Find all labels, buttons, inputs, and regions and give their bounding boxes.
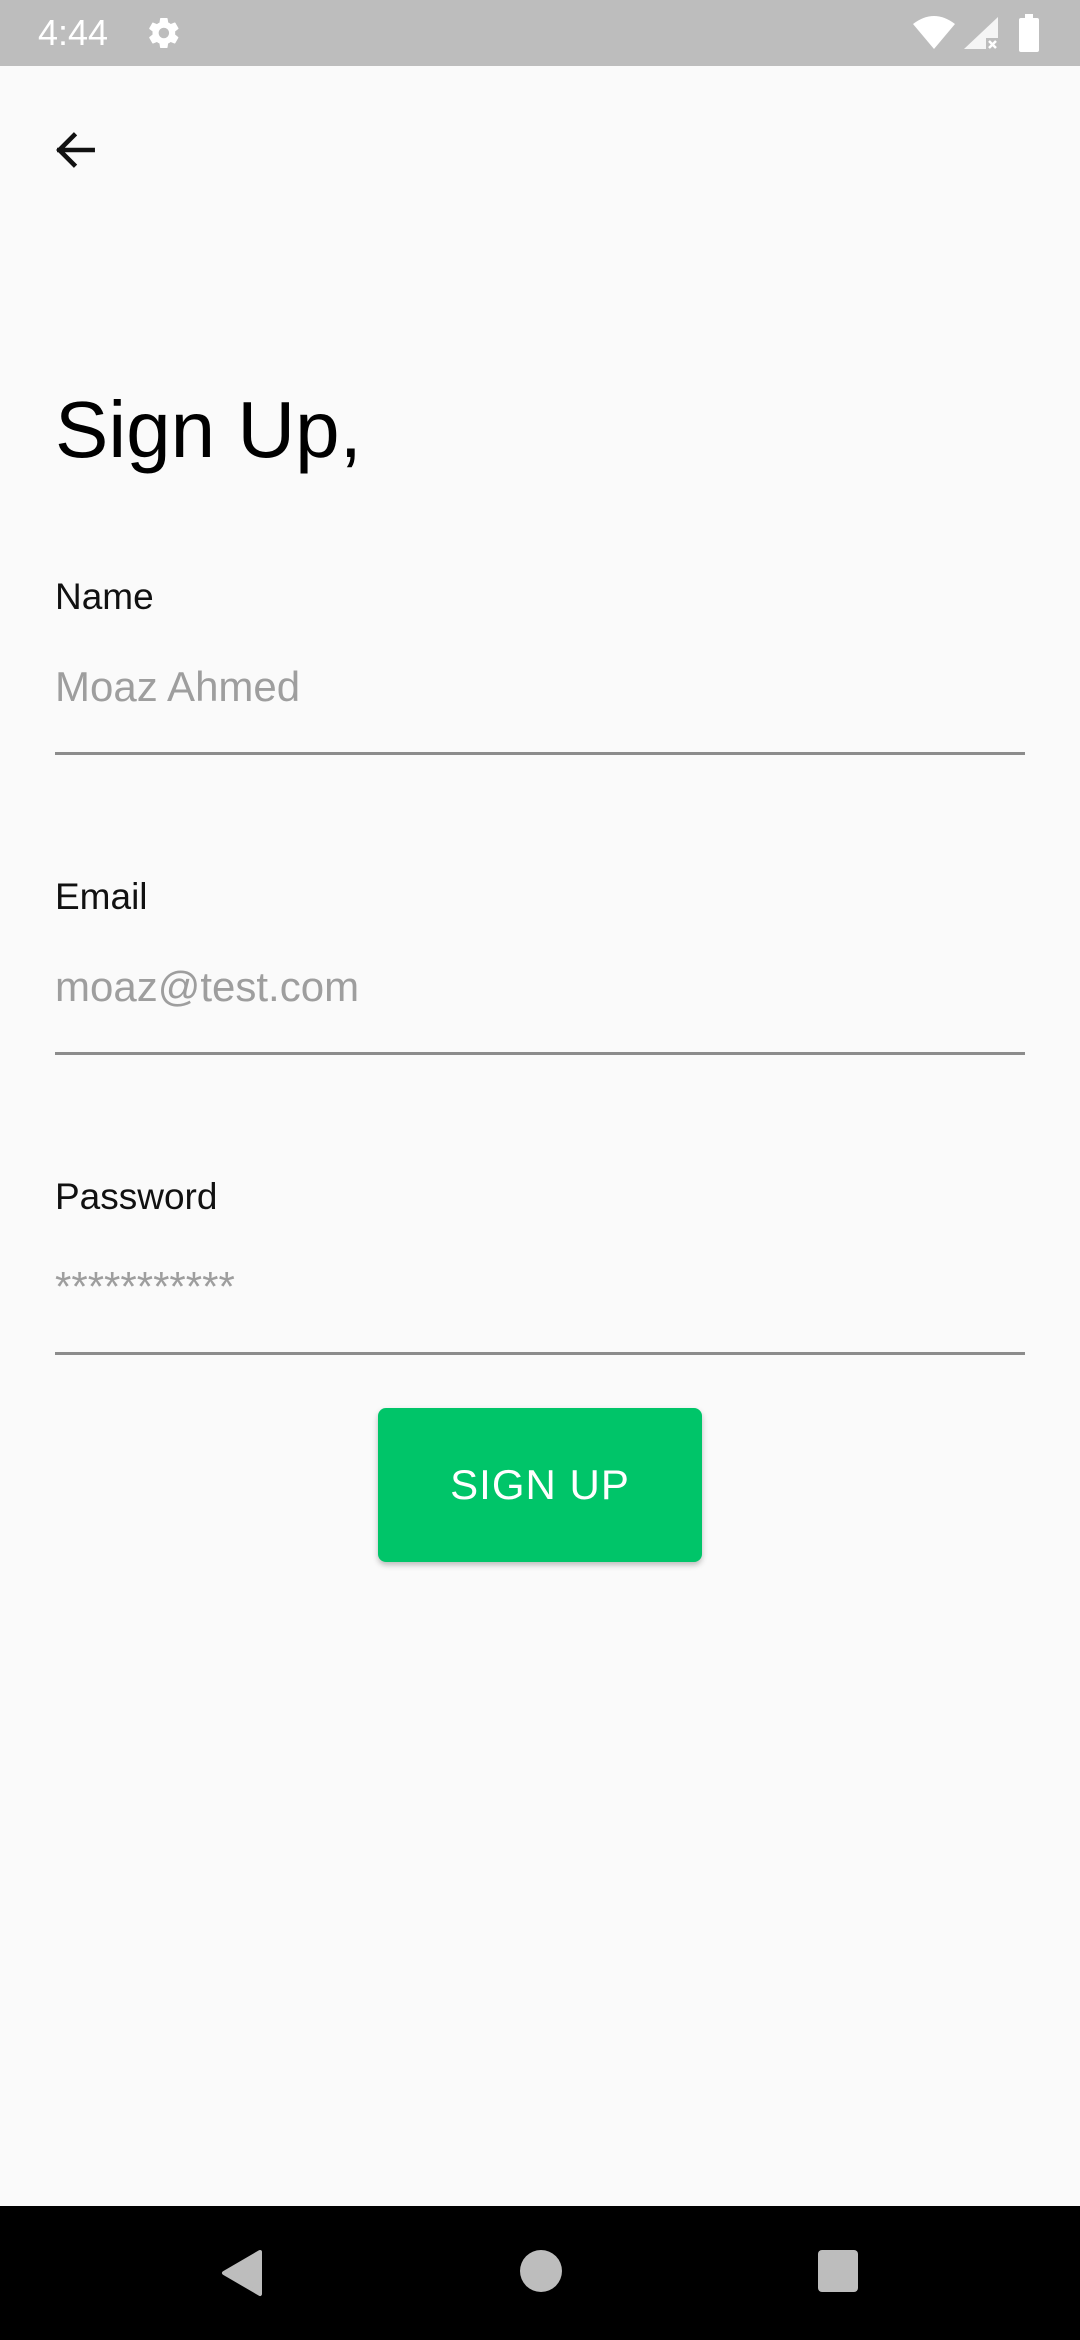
- system-nav-bar: [0, 2206, 1080, 2340]
- wifi-icon: [913, 16, 955, 49]
- name-underline: [55, 752, 1025, 755]
- gear-icon: [149, 17, 179, 49]
- sign-up-button-label: SIGN UP: [450, 1461, 630, 1508]
- password-underline: [55, 1352, 1025, 1355]
- password-field[interactable]: ***********: [55, 1262, 1025, 1312]
- sign-up-button[interactable]: SIGN UP: [378, 1408, 702, 1562]
- name-label: Name: [55, 576, 154, 617]
- password-label: Password: [55, 1176, 218, 1217]
- status-time: 4:44: [38, 12, 109, 53]
- back-button[interactable]: [36, 110, 116, 190]
- email-underline: [55, 1052, 1025, 1055]
- page-title: Sign Up,: [55, 385, 362, 474]
- status-bar: 4:44: [0, 0, 1080, 66]
- email-label: Email: [55, 876, 148, 917]
- battery-icon: [1019, 14, 1039, 52]
- email-field[interactable]: moaz@test.com: [55, 962, 1025, 1012]
- nav-back-icon[interactable]: [216, 2248, 266, 2298]
- nav-recents-icon[interactable]: [818, 2250, 858, 2292]
- signal-icon: [964, 17, 998, 49]
- arrow-back-icon: [56, 132, 95, 168]
- app-bar: [0, 66, 1080, 220]
- name-field[interactable]: Moaz Ahmed: [55, 662, 1025, 712]
- nav-home-icon[interactable]: [520, 2250, 562, 2292]
